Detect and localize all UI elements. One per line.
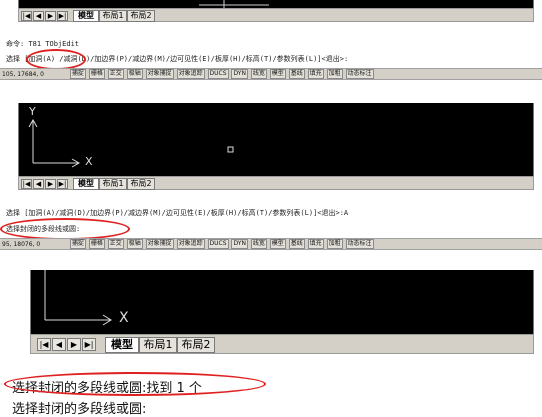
tab-layout2[interactable]: 布局2 [127, 10, 155, 22]
tab-layout2[interactable]: 布局2 [127, 178, 155, 190]
status-dyn-dim-button[interactable]: 动态标注 [345, 239, 374, 249]
status-snap-button[interactable]: 捕捉 [69, 69, 86, 79]
status-baseline-button[interactable]: 基线 [288, 239, 305, 249]
status-fill-button[interactable]: 填充 [307, 239, 324, 249]
drawing-canvas-2[interactable]: Y X [18, 103, 534, 176]
coordinate-readout: 95, 18076, 0 [2, 240, 41, 248]
command-line-2: 选择 [加洞(A)/减洞(D)/加边界(P)/减边界(M)/边可见性(E)/板厚… [6, 208, 536, 219]
ucs-axes-2 [28, 118, 234, 168]
command-prompt-3[interactable]: 选择封闭的多段线或圆: [12, 398, 146, 417]
nav-first-button[interactable]: |◀ [37, 338, 51, 351]
tab-layout1[interactable]: 布局1 [99, 178, 127, 190]
status-dyn-button[interactable]: DYN [231, 239, 248, 249]
command-prompt-1[interactable]: 选择 [加洞(A) /减洞(D)/加边界(P)/减边界(M)/边可见性(E)/板… [6, 54, 536, 65]
nav-last-button[interactable]: ▶| [57, 179, 68, 189]
layout-tabbar-3: |◀ ◀ ▶ ▶| 模型 布局1 布局2 [30, 334, 534, 354]
nav-next-button[interactable]: ▶ [45, 11, 56, 21]
prompt-highlight-add-hole: [加洞(A) [24, 55, 56, 63]
nav-first-button[interactable]: |◀ [21, 11, 32, 21]
command-line-3: 选择封闭的多段线或圆:找到 1 个 [12, 381, 202, 396]
status-bar-2: 95, 18076, 0 捕捉 栅格 正交 极轴 对象捕捉 对象追踪 DUCS … [0, 238, 542, 250]
status-ducs-button[interactable]: DUCS [207, 239, 229, 249]
nav-first-button[interactable]: |◀ [21, 179, 32, 189]
status-otrack-button[interactable]: 对象追踪 [176, 239, 205, 249]
nav-next-button[interactable]: ▶ [45, 179, 56, 189]
status-lineweight-button[interactable]: 线宽 [250, 239, 267, 249]
status-polar-button[interactable]: 极轴 [126, 239, 143, 249]
nav-prev-button[interactable]: ◀ [33, 11, 44, 21]
layout-tabbar-2: |◀ ◀ ▶ ▶| 模型 布局1 布局2 [18, 176, 534, 190]
status-dyn-dim-button[interactable]: 动态标注 [345, 69, 374, 79]
prompt-options: /减洞(D)/加边界(P)/减边界(M)/边可见性(E)/板厚(H)/标高(T)… [59, 55, 349, 63]
drawing-canvas-3[interactable]: X [30, 270, 534, 334]
status-model-button[interactable]: 模型 [269, 69, 286, 79]
tab-layout2[interactable]: 布局2 [177, 337, 215, 353]
status-baseline-button[interactable]: 基线 [288, 69, 305, 79]
prompt-prefix: 选择 [6, 55, 20, 63]
status-lineweight-button[interactable]: 线宽 [250, 69, 267, 79]
y-axis-label: Y [29, 105, 36, 118]
status-polar-button[interactable]: 极轴 [126, 69, 143, 79]
status-snap-button[interactable]: 捕捉 [69, 239, 86, 249]
nav-next-button[interactable]: ▶ [67, 338, 81, 351]
status-ortho-button[interactable]: 正交 [107, 69, 124, 79]
tab-model[interactable]: 模型 [73, 178, 99, 190]
status-grid-button[interactable]: 栅格 [88, 239, 105, 249]
status-otrack-button[interactable]: 对象追踪 [176, 69, 205, 79]
nav-prev-button[interactable]: ◀ [52, 338, 66, 351]
drawing-canvas-1[interactable] [18, 0, 534, 8]
cursor-pickbox [227, 146, 234, 153]
nav-prev-button[interactable]: ◀ [33, 179, 44, 189]
tab-model[interactable]: 模型 [73, 10, 99, 22]
x-axis-label: X [85, 155, 93, 168]
nav-last-button[interactable]: ▶| [82, 338, 96, 351]
x-axis-label: X [119, 310, 129, 326]
tab-layout1[interactable]: 布局1 [139, 337, 177, 353]
nav-last-button[interactable]: ▶| [57, 11, 68, 21]
status-ducs-button[interactable]: DUCS [207, 69, 229, 79]
status-bold-button[interactable]: 加粗 [326, 239, 343, 249]
status-bold-button[interactable]: 加粗 [326, 69, 343, 79]
status-bar-1: 105, 17684, 0 捕捉 栅格 正交 极轴 对象捕捉 对象追踪 DUCS… [0, 68, 542, 80]
layout-tabbar-1: |◀ ◀ ▶ ▶| 模型 布局1 布局2 [18, 8, 534, 22]
tab-model[interactable]: 模型 [105, 337, 139, 353]
status-dyn-button[interactable]: DYN [231, 69, 248, 79]
status-fill-button[interactable]: 填充 [307, 69, 324, 79]
coordinate-readout: 105, 17684, 0 [2, 70, 44, 78]
command-prompt-2[interactable]: 选择封闭的多段线或圆: [6, 224, 536, 235]
command-line-1: 命令: T81 TObjEdit [6, 39, 536, 50]
tab-layout1[interactable]: 布局1 [99, 10, 127, 22]
status-osnap-button[interactable]: 对象捕捉 [145, 69, 174, 79]
status-model-button[interactable]: 模型 [269, 239, 286, 249]
status-osnap-button[interactable]: 对象捕捉 [145, 239, 174, 249]
status-ortho-button[interactable]: 正交 [107, 239, 124, 249]
canvas-crosshair-1 [199, 0, 269, 8]
ucs-axes-3 [44, 270, 112, 326]
status-grid-button[interactable]: 栅格 [88, 69, 105, 79]
